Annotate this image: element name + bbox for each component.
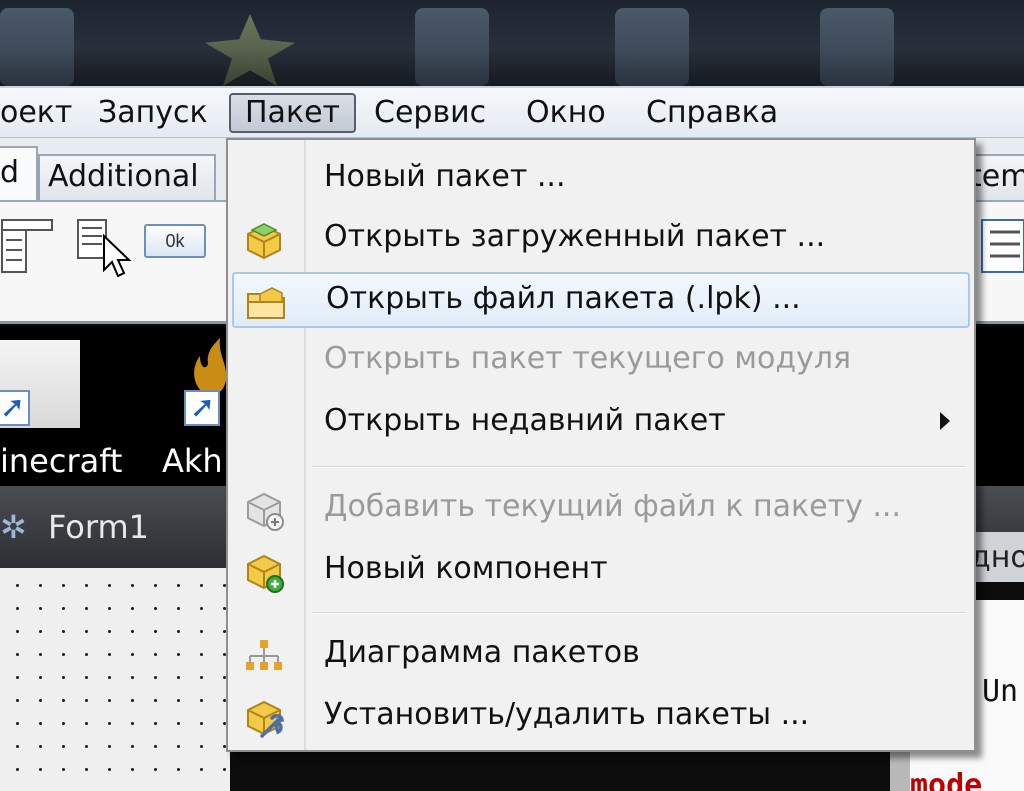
desktop-icon	[415, 8, 489, 86]
menu-tools[interactable]: Сервис	[360, 93, 500, 133]
open-package-file-icon	[247, 287, 285, 319]
form-icon: ✲	[0, 508, 27, 546]
menu-item-install-remove-packages[interactable]: Установить/удалить пакеты ...	[232, 690, 970, 746]
code-text: Un	[982, 674, 1019, 709]
menu-item-open-package-file[interactable]: Открыть файл пакета (.lpk) ...	[232, 272, 970, 328]
desktop-icon	[0, 8, 74, 86]
menu-item-label: Добавить текущий файл к пакету ...	[324, 489, 901, 524]
desktop-icon	[820, 8, 894, 86]
open-package-icon	[247, 223, 281, 260]
desktop-star-icon	[205, 14, 295, 86]
form-design-surface[interactable]	[0, 568, 230, 791]
menu-package[interactable]: Пакет	[229, 93, 356, 133]
shortcut-label[interactable]: Akh	[162, 442, 223, 480]
shortcut-label[interactable]: inecraft	[0, 442, 122, 480]
tab-standard[interactable]: d	[0, 146, 38, 202]
menu-item-open-recent-package[interactable]: Открыть недавний пакет	[232, 396, 970, 452]
tlistbox-icon[interactable]	[980, 218, 1024, 274]
menu-item-package-diagram[interactable]: Диаграмма пакетов	[232, 628, 970, 684]
menu-item-label: Открыть недавний пакет	[324, 403, 726, 438]
menu-window[interactable]: Окно	[512, 93, 620, 133]
menu-item-label: Новый компонент	[324, 551, 608, 586]
menu-separator	[312, 612, 966, 614]
flame-icon[interactable]	[186, 336, 230, 398]
desktop-background	[0, 0, 1024, 86]
menu-item-label: Диаграмма пакетов	[324, 635, 640, 670]
menu-item-add-file-to-package[interactable]: Добавить текущий файл к пакету ...	[232, 482, 970, 538]
package-menu-dropdown: Новый пакет ... Открыть загруженный паке…	[226, 138, 976, 752]
tbutton-icon[interactable]: 0k	[144, 224, 206, 258]
menu-project[interactable]: оект	[0, 93, 86, 133]
submenu-arrow-icon	[940, 412, 950, 430]
code-keyword: mode	[910, 768, 983, 791]
menu-item-label: Открыть файл пакета (.lpk) ...	[326, 281, 801, 316]
menu-bar: оект Запуск Пакет Сервис Окно Справка	[0, 86, 1024, 138]
package-diagram-icon	[246, 640, 282, 670]
install-packages-icon	[247, 700, 284, 738]
menu-item-label: Открыть загруженный пакет ...	[324, 219, 826, 254]
menu-item-label: Новый пакет ...	[324, 159, 566, 194]
tpopupmenu-icon[interactable]	[74, 216, 134, 280]
desktop-icon	[615, 8, 689, 86]
editor-tab[interactable]: дно	[970, 532, 1024, 582]
menu-item-open-current-module-package[interactable]: Открыть пакет текущего модуля	[232, 334, 970, 390]
form-title: Form1	[48, 508, 149, 546]
menu-item-new-package[interactable]: Новый пакет ...	[232, 152, 970, 208]
menu-item-label: Открыть пакет текущего модуля	[324, 341, 852, 376]
new-component-icon	[247, 554, 284, 593]
shortcut-arrow-icon	[184, 390, 220, 426]
tab-additional[interactable]: Additional	[38, 154, 216, 202]
menu-run[interactable]: Запуск	[84, 93, 222, 133]
editor-tab-label: дно	[970, 540, 1024, 575]
shortcut-arrow-icon	[0, 390, 30, 426]
menu-item-new-component[interactable]: Новый компонент	[232, 544, 970, 600]
add-file-to-package-icon	[247, 492, 284, 531]
menu-item-open-loaded-package[interactable]: Открыть загруженный пакет ...	[232, 212, 970, 268]
menu-help[interactable]: Справка	[632, 93, 792, 133]
menu-separator	[312, 466, 966, 468]
menu-item-label: Установить/удалить пакеты ...	[324, 697, 810, 732]
tmainmenu-icon[interactable]	[0, 216, 56, 276]
